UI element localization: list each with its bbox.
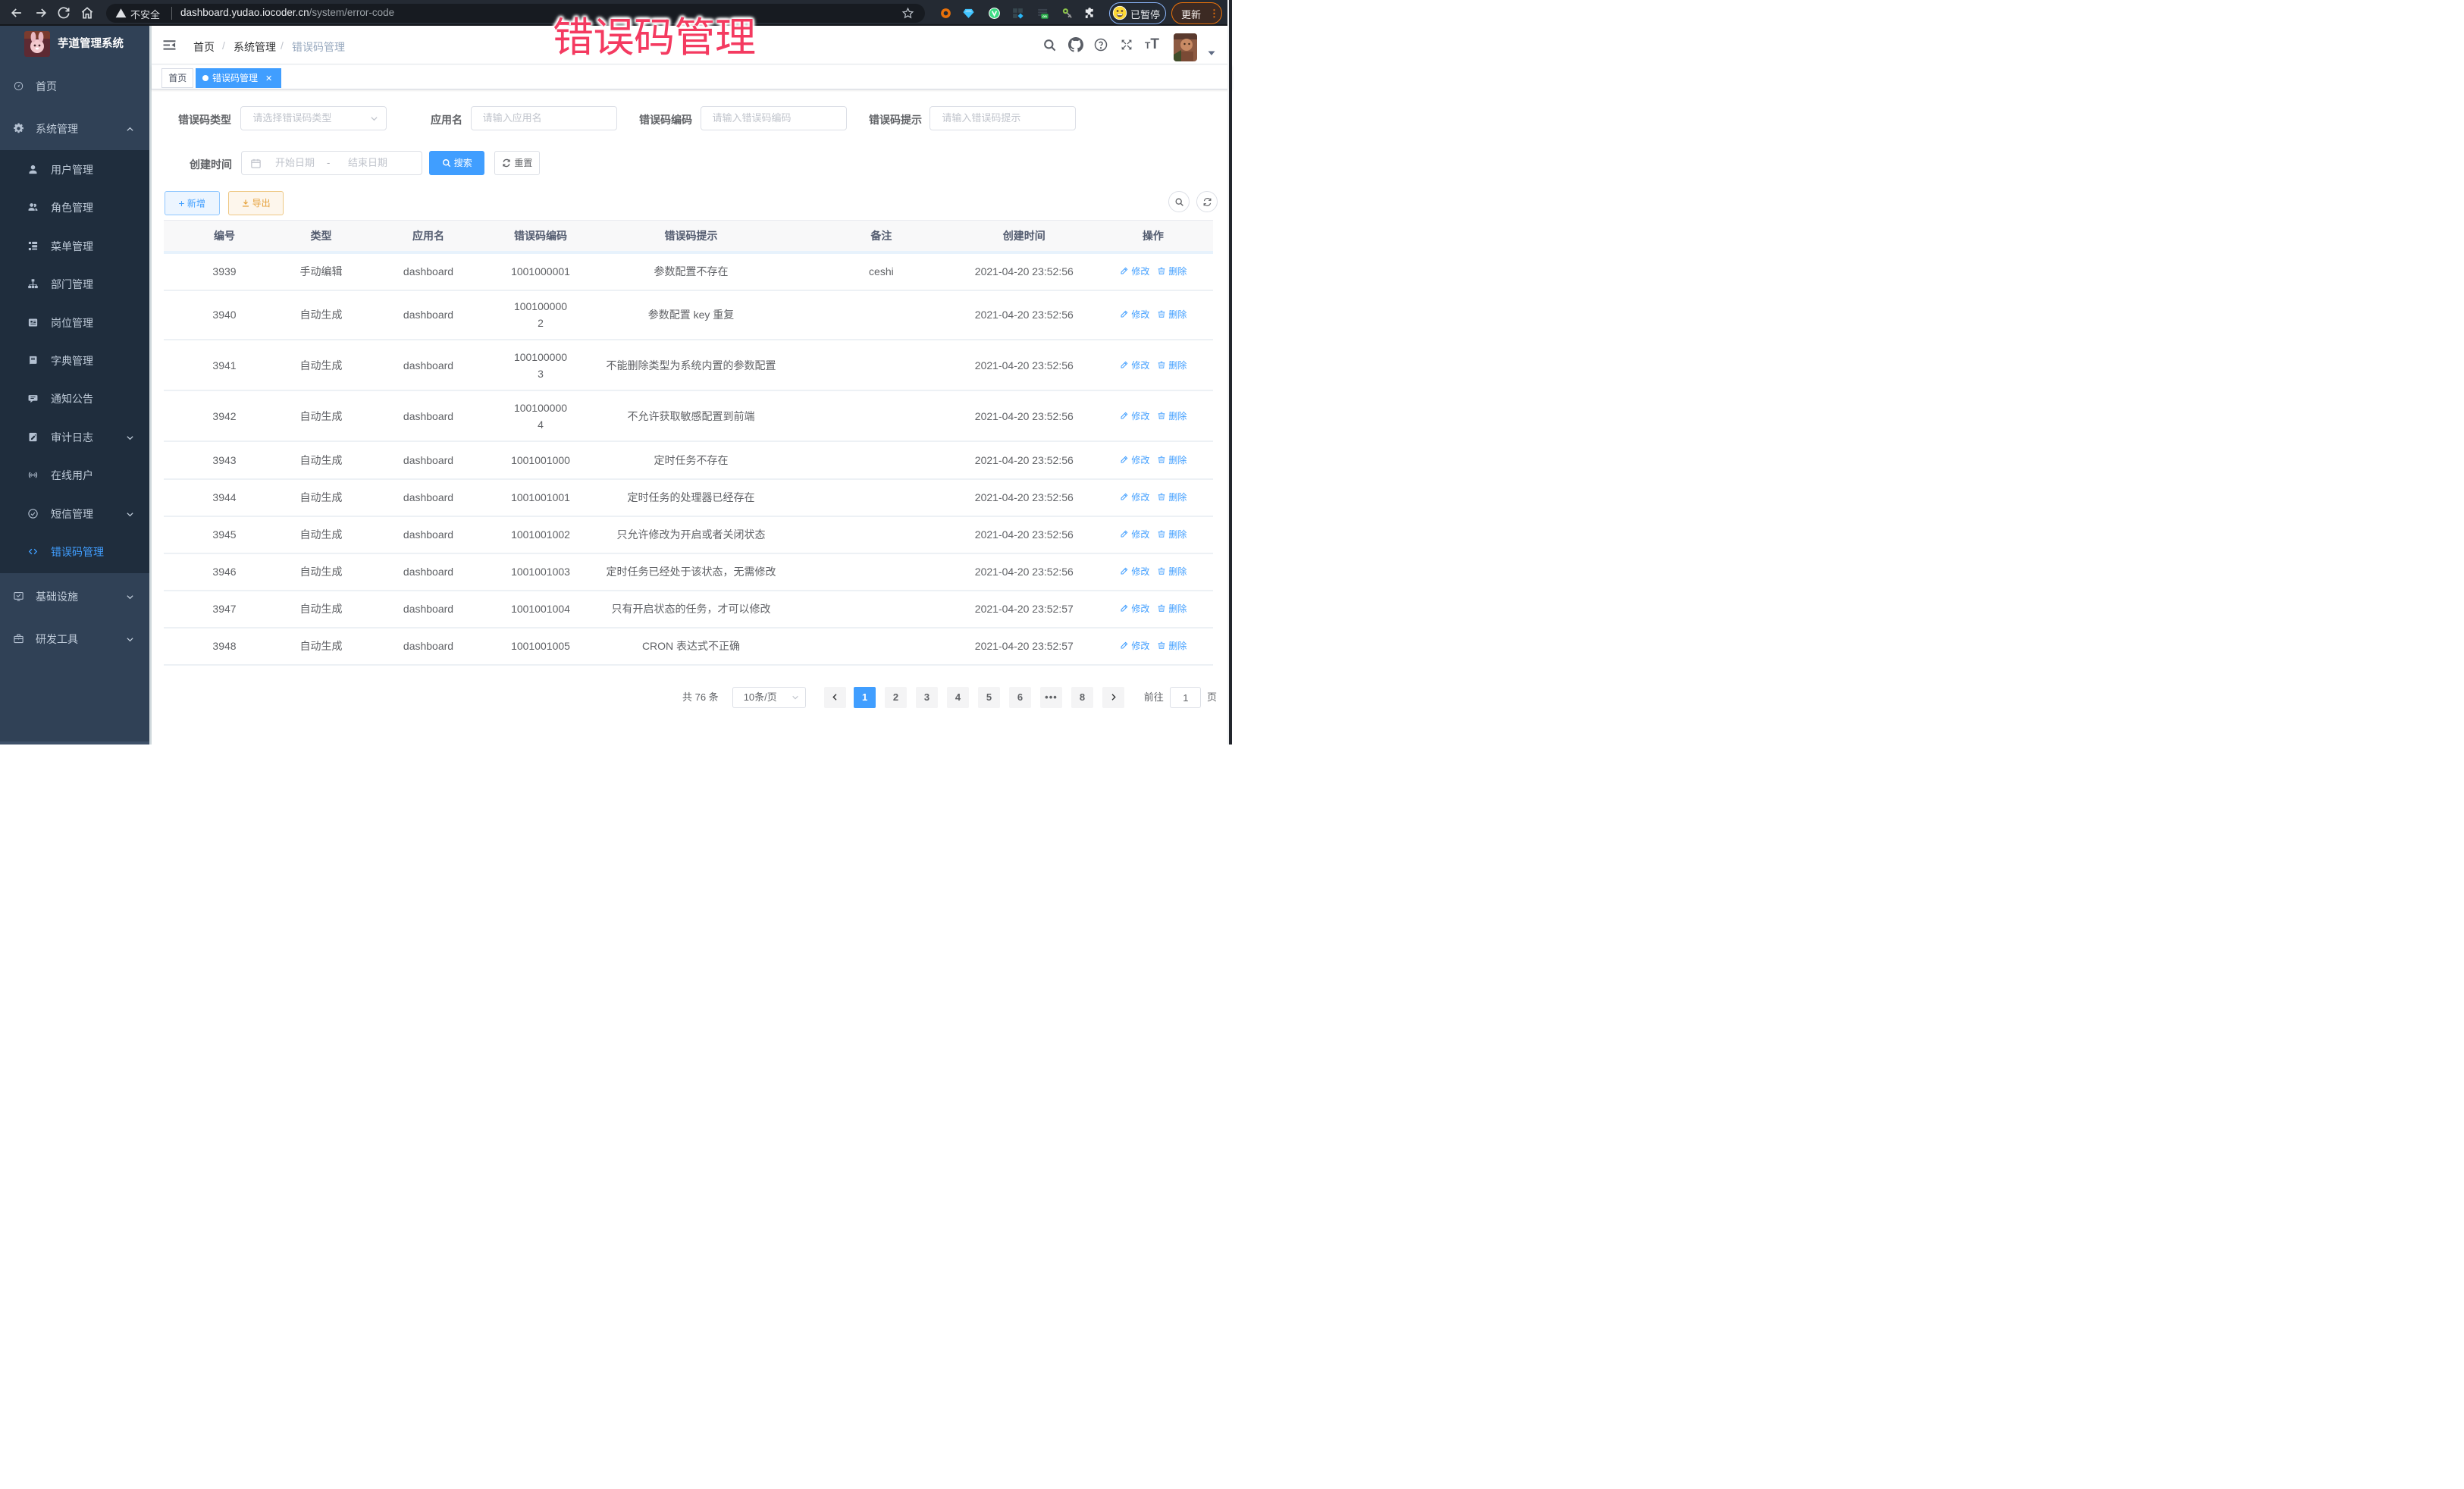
svg-text:on: on	[1042, 14, 1047, 18]
